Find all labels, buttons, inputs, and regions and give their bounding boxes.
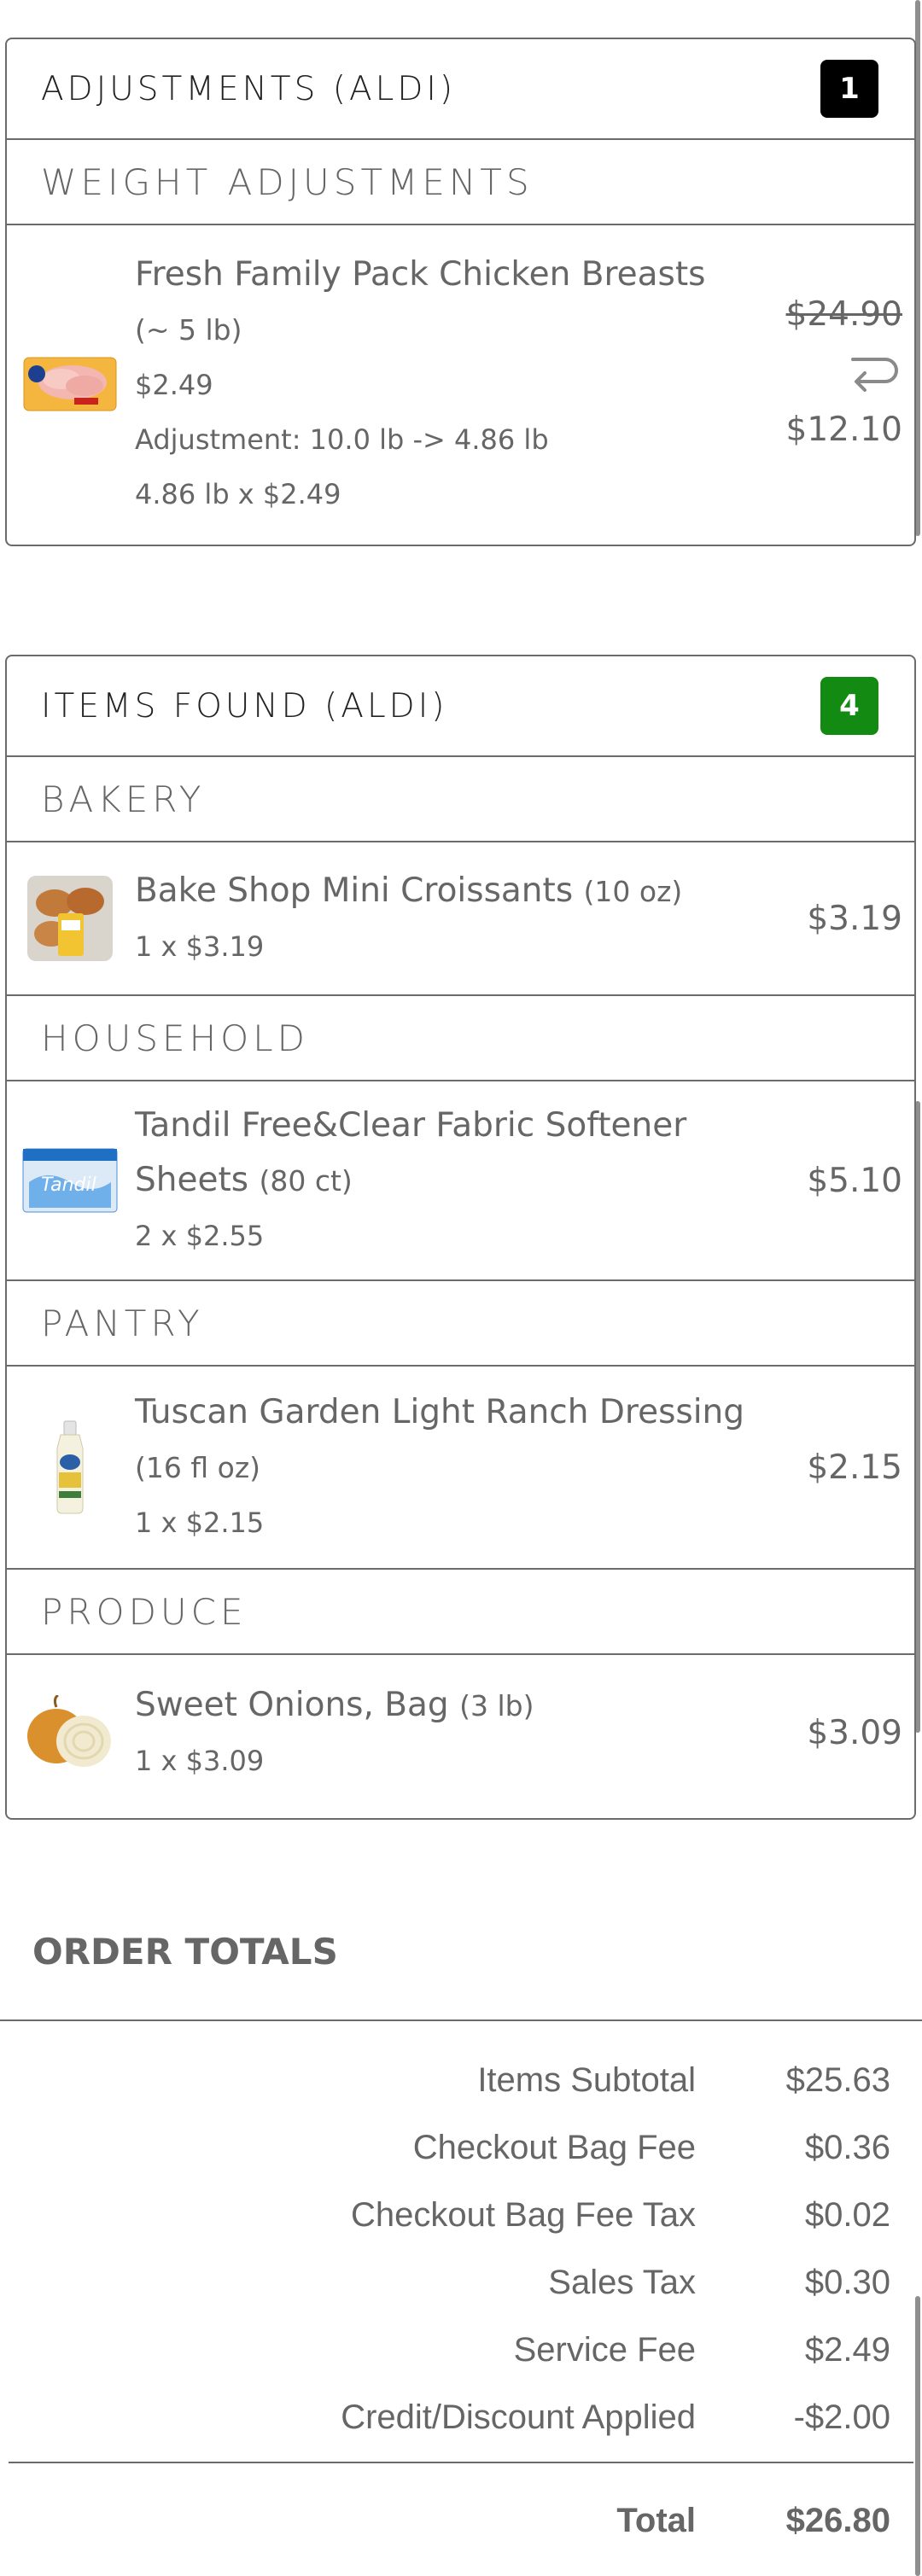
category-pantry: PANTRY <box>7 1281 914 1367</box>
item-price-fabric-softener: $5.10 <box>807 1161 902 1200</box>
totals-label: Service Fee <box>513 2331 696 2369</box>
ranch-dressing-image <box>22 1419 118 1515</box>
totals-label: Credit/Discount Applied <box>341 2398 696 2436</box>
category-produce: PRODUCE <box>7 1570 914 1655</box>
item-qty-croissants: 1 x $3.19 <box>135 930 265 963</box>
item-size-fabric-softener: (80 ct) <box>259 1163 353 1198</box>
adjustment-calc: 4.86 lb x $2.49 <box>135 477 341 510</box>
item-row-sweet-onions[interactable]: Sweet Onions, Bag (3 lb) 1 x $3.09 $3.09 <box>7 1655 914 1811</box>
adjusted-price: $12.10 <box>785 411 902 449</box>
adjustment-item-row[interactable]: Fresh Family Pack Chicken Breasts (~ 5 l… <box>7 225 914 543</box>
croissants-image <box>22 871 118 966</box>
order-totals-divider <box>0 2019 922 2021</box>
item-row-croissants[interactable]: Bake Shop Mini Croissants (10 oz) 1 x $3… <box>7 842 914 996</box>
order-totals-title: ORDER TOTALS <box>32 1931 338 1973</box>
items-found-header: ITEMS FOUND (ALDI) 4 <box>7 656 914 757</box>
item-qty-ranch-dressing: 1 x $2.15 <box>135 1506 265 1539</box>
item-row-ranch-dressing[interactable]: Tuscan Garden Light Ranch Dressing (16 f… <box>7 1367 914 1570</box>
totals-row-discount: Credit/Discount Applied -$2.00 <box>0 2384 922 2451</box>
totals-value: $25.63 <box>785 2061 890 2099</box>
totals-label: Items Subtotal <box>477 2061 696 2099</box>
item-price-ranch-dressing: $2.15 <box>807 1448 902 1487</box>
totals-label: Sales Tax <box>548 2264 696 2301</box>
totals-label: Checkout Bag Fee Tax <box>351 2196 696 2234</box>
item-price-croissants: $3.19 <box>807 899 902 938</box>
items-found-title: ITEMS FOUND (ALDI) <box>41 686 448 726</box>
item-size-ranch-dressing: (16 fl oz) <box>135 1450 261 1484</box>
item-size-sweet-onions: (3 lb) <box>459 1689 534 1722</box>
order-totals-table: Items Subtotal $25.63 Checkout Bag Fee $… <box>0 2047 922 2451</box>
totals-value: $0.30 <box>804 2264 890 2301</box>
totals-value: -$2.00 <box>793 2398 890 2436</box>
totals-value: $0.36 <box>804 2129 890 2166</box>
svg-text:Tandil: Tandil <box>41 1174 96 1196</box>
return-arrow-icon <box>846 349 899 400</box>
item-name-fabric-softener[interactable]: Tandil Free&Clear Fabric Softener Sheets <box>135 1106 686 1199</box>
category-household: HOUSEHOLD <box>7 996 914 1081</box>
weight-adjustments-heading: WEIGHT ADJUSTMENTS <box>7 140 914 225</box>
fabric-softener-image: Tandil <box>22 1133 118 1228</box>
grand-total-value: $26.80 <box>785 2501 890 2539</box>
adjustments-header: ADJUSTMENTS (ALDI) 1 <box>7 39 914 140</box>
totals-value: $2.49 <box>804 2331 890 2369</box>
item-price-sweet-onions: $3.09 <box>807 1714 902 1752</box>
item-name-croissants[interactable]: Bake Shop Mini Croissants <box>135 871 573 910</box>
item-qty-fabric-softener: 2 x $2.55 <box>135 1219 265 1252</box>
grand-total-row: Total $26.80 <box>0 2491 922 2550</box>
total-divider <box>9 2462 913 2463</box>
adjustment-unit-price: $2.49 <box>135 368 213 401</box>
item-size-croissants: (10 oz) <box>583 874 683 908</box>
adjustments-count-badge: 1 <box>820 60 878 118</box>
item-name-sweet-onions[interactable]: Sweet Onions, Bag <box>135 1686 449 1724</box>
item-name-ranch-dressing[interactable]: Tuscan Garden Light Ranch Dressing <box>135 1393 744 1431</box>
adjustments-card: ADJUSTMENTS (ALDI) 1 WEIGHT ADJUSTMENTS … <box>5 38 916 546</box>
category-bakery: BAKERY <box>7 757 914 842</box>
totals-label: Checkout Bag Fee <box>412 2129 696 2166</box>
onions-image <box>22 1686 118 1781</box>
items-found-count-badge: 4 <box>820 677 878 735</box>
chicken-breasts-image <box>22 336 118 432</box>
totals-row-subtotal: Items Subtotal $25.63 <box>0 2047 922 2114</box>
items-found-card: ITEMS FOUND (ALDI) 4 BAKERY Bake Shop Mi… <box>5 655 916 1820</box>
item-row-fabric-softener[interactable]: Tandil Tandil Free&Clear Fabric Softener… <box>7 1081 914 1281</box>
adjustments-title: ADJUSTMENTS (ALDI) <box>41 69 457 108</box>
totals-row-sales-tax: Sales Tax $0.30 <box>0 2249 922 2317</box>
item-qty-sweet-onions: 1 x $3.09 <box>135 1745 265 1777</box>
totals-row-bag-fee-tax: Checkout Bag Fee Tax $0.02 <box>0 2182 922 2249</box>
adjustment-detail: Adjustment: 10.0 lb -> 4.86 lb <box>135 423 549 456</box>
original-price: $24.90 <box>785 295 902 334</box>
adjustment-item-name[interactable]: Fresh Family Pack Chicken Breasts <box>135 255 705 294</box>
totals-row-bag-fee: Checkout Bag Fee $0.36 <box>0 2114 922 2182</box>
totals-row-service-fee: Service Fee $2.49 <box>0 2317 922 2384</box>
totals-value: $0.02 <box>804 2196 890 2234</box>
adjustment-item-size: (~ 5 lb) <box>135 312 242 347</box>
grand-total-label: Total <box>616 2501 696 2539</box>
